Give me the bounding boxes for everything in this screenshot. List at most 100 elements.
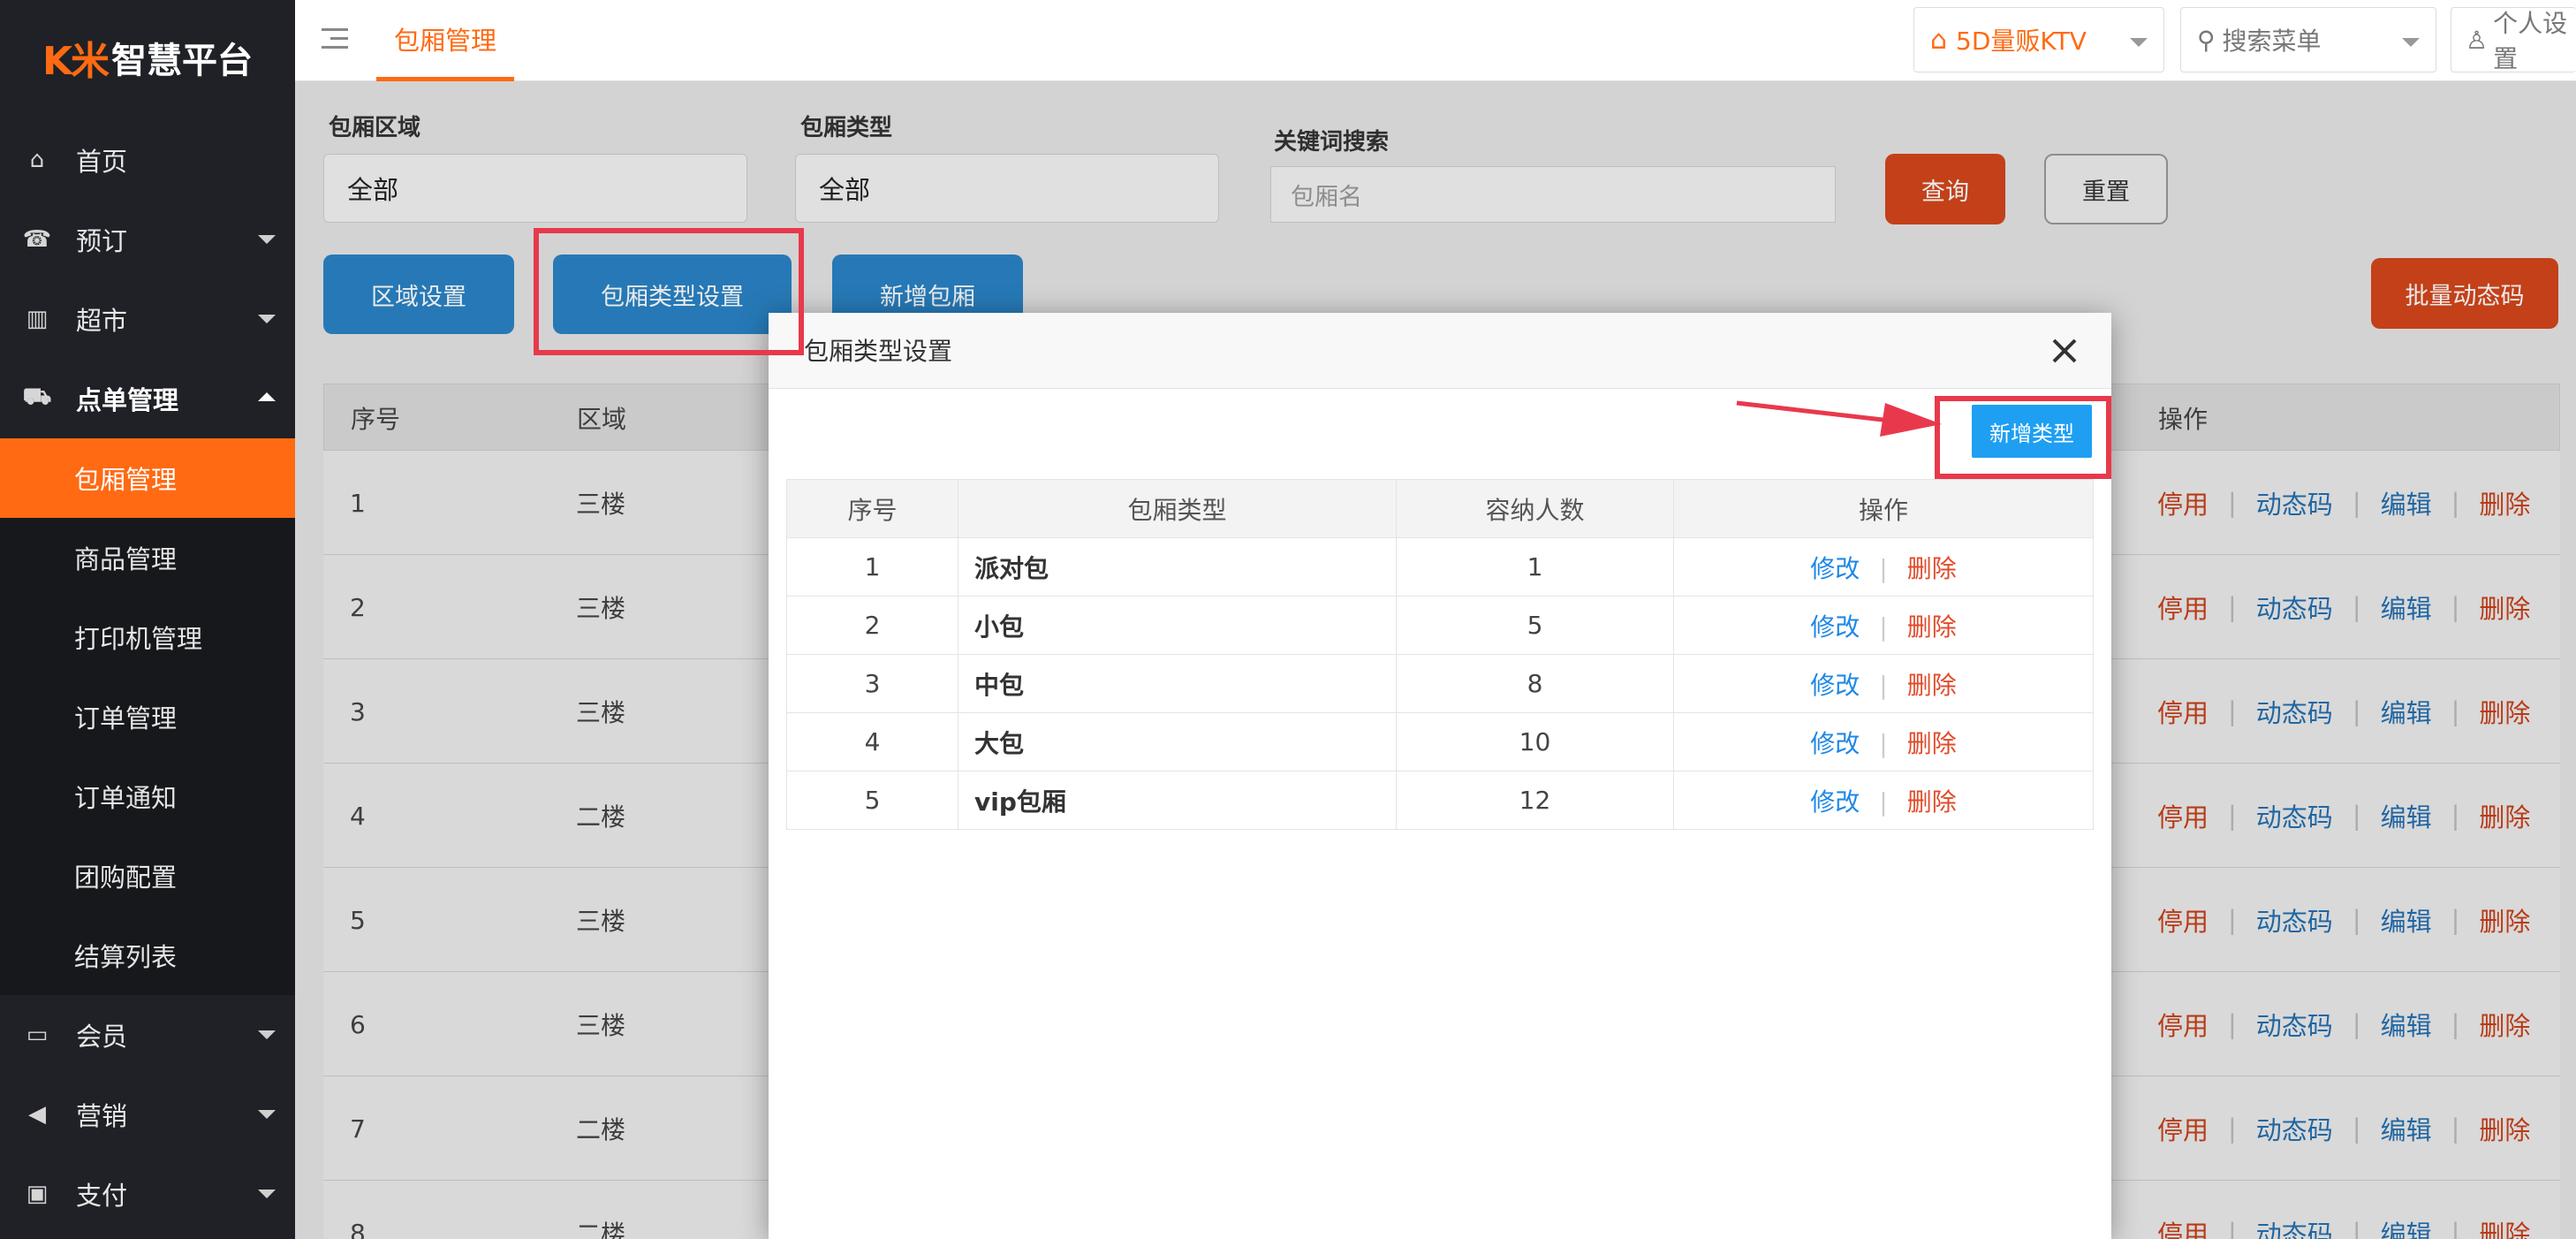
- arrow-icon: [1736, 400, 1942, 437]
- sidebar-item-label: 支付: [76, 1181, 128, 1211]
- type-capacity: 1: [1396, 537, 1674, 597]
- type-row: 4 大包 10 修改 | 删除: [786, 712, 2094, 772]
- chevron-down-icon: [258, 235, 276, 244]
- type-row: 3 中包 8 修改 | 删除: [786, 654, 2094, 713]
- logo: K米 智慧平台: [0, 0, 295, 115]
- type-row: 5 vip包厢 12 修改 | 删除: [786, 771, 2094, 830]
- tab-room-mgmt[interactable]: 包厢管理: [376, 0, 515, 81]
- type-name: 小包: [958, 596, 1397, 655]
- search-menu[interactable]: ⚲ 搜索菜单: [2180, 7, 2436, 72]
- type-table-header: 序号 包厢类型 容纳人数 操作: [786, 479, 2094, 538]
- close-icon[interactable]: [2049, 336, 2080, 366]
- type-name: 中包: [958, 654, 1397, 713]
- col-no: 序号: [786, 479, 958, 538]
- edit-link[interactable]: 修改: [1810, 787, 1860, 817]
- highlight-box-add-type: [1935, 396, 2111, 479]
- type-row: 1 派对包 1 修改 | 删除: [786, 537, 2094, 597]
- user-icon: ♙: [2466, 25, 2489, 55]
- cart-icon: ⛟: [22, 384, 52, 410]
- store-select[interactable]: ⌂ 5D量贩KTV: [1913, 7, 2164, 72]
- modal-title: 包厢类型设置: [804, 337, 953, 366]
- type-no: 3: [786, 654, 958, 713]
- chevron-down-icon: [258, 1110, 276, 1119]
- delete-link[interactable]: 删除: [1907, 612, 1957, 642]
- chevron-down-icon: [2130, 38, 2148, 47]
- money-icon: ▣: [26, 1181, 49, 1207]
- type-table: 序号 包厢类型 容纳人数 操作 1 派对包 1 修改 | 删除 2 小包 5 修改 | 删除 3 中包 8 修…: [786, 479, 2094, 830]
- sidebar-item-label: 预订: [76, 226, 128, 256]
- type-ops: 修改 | 删除: [1673, 596, 2094, 655]
- type-no: 2: [786, 596, 958, 655]
- sidebar-item-order-mgmt[interactable]: ⛟ 点单管理: [0, 359, 295, 438]
- sidebar-item-member[interactable]: ▭ 会员: [0, 995, 295, 1075]
- modal-header: 包厢类型设置: [769, 313, 2111, 389]
- search-icon: ⚲: [2197, 25, 2216, 55]
- edit-link[interactable]: 修改: [1810, 729, 1860, 758]
- edit-link[interactable]: 修改: [1810, 671, 1860, 700]
- topbar: 包厢管理 ⌂ 5D量贩KTV ⚲ 搜索菜单 ♙ 个人设置: [295, 0, 2576, 81]
- sidebar-sub-order-notice[interactable]: 订单通知: [0, 756, 295, 836]
- type-ops: 修改 | 删除: [1673, 771, 2094, 830]
- type-row: 2 小包 5 修改 | 删除: [786, 596, 2094, 655]
- edit-link[interactable]: 修改: [1810, 554, 1860, 583]
- sidebar-sub-settlement[interactable]: 结算列表: [0, 916, 295, 995]
- basket-icon: ▥: [26, 306, 49, 332]
- sidebar-sub-room-mgmt[interactable]: 包厢管理: [0, 438, 295, 518]
- store-name: 5D量贩KTV: [1956, 27, 2087, 56]
- type-no: 4: [786, 712, 958, 772]
- sidebar-sub-printer-mgmt[interactable]: 打印机管理: [0, 597, 295, 677]
- sidebar-item-home[interactable]: ⌂ 首页: [0, 120, 295, 200]
- personal-settings-button[interactable]: ♙ 个人设置: [2451, 7, 2576, 73]
- megaphone-icon: ◀: [28, 1101, 46, 1128]
- home-icon: ⌂: [1930, 24, 1948, 56]
- sidebar-sub-order-list[interactable]: 订单管理: [0, 677, 295, 756]
- type-name: 大包: [958, 712, 1397, 772]
- col-op: 操作: [1673, 479, 2094, 538]
- logo-text: 智慧平台: [111, 41, 254, 81]
- reserve-icon: ☎: [22, 226, 52, 253]
- highlight-box-type-settings: [534, 228, 804, 355]
- card-icon: ▭: [26, 1022, 49, 1048]
- type-capacity: 12: [1396, 771, 1674, 830]
- sidebar-item-label: 会员: [76, 1022, 128, 1052]
- sidebar-item-label: 点单管理: [76, 385, 179, 415]
- sidebar: K米 智慧平台 ⌂ 首页 ☎ 预订 ▥ 超市 ⛟ 点单管理 包厢管理 商品管理 …: [0, 0, 295, 1239]
- type-ops: 修改 | 删除: [1673, 712, 2094, 772]
- chevron-down-icon: [258, 1030, 276, 1039]
- sidebar-item-payment[interactable]: ▣ 支付: [0, 1154, 295, 1234]
- delete-link[interactable]: 删除: [1907, 787, 1957, 817]
- sidebar-item-label: 超市: [76, 306, 128, 336]
- menu-toggle-icon[interactable]: [322, 25, 348, 51]
- edit-link[interactable]: 修改: [1810, 612, 1860, 642]
- type-ops: 修改 | 删除: [1673, 537, 2094, 597]
- delete-link[interactable]: 删除: [1907, 729, 1957, 758]
- sidebar-item-market[interactable]: ▥ 超市: [0, 279, 295, 359]
- sidebar-item-label: 首页: [76, 147, 128, 177]
- sidebar-item-reserve[interactable]: ☎ 预订: [0, 200, 295, 279]
- delete-link[interactable]: 删除: [1907, 554, 1957, 583]
- chevron-down-icon: [258, 1190, 276, 1198]
- sidebar-item-label: 营销: [76, 1101, 128, 1131]
- sidebar-sub-goods-mgmt[interactable]: 商品管理: [0, 518, 295, 597]
- chevron-down-icon: [258, 315, 276, 323]
- sidebar-sub-groupbuy[interactable]: 团购配置: [0, 836, 295, 916]
- delete-link[interactable]: 删除: [1907, 671, 1957, 700]
- type-no: 5: [786, 771, 958, 830]
- personal-settings-label: 个人设置: [2493, 9, 2568, 73]
- col-type: 包厢类型: [958, 479, 1397, 538]
- chevron-down-icon: [2402, 38, 2420, 47]
- type-settings-modal: 包厢类型设置 新增类型 序号 包厢类型 容纳人数 操作 1 派对包 1 修改 | 删除 2 小…: [769, 313, 2111, 1239]
- sidebar-item-marketing[interactable]: ◀ 营销: [0, 1075, 295, 1154]
- chevron-up-icon: [258, 392, 276, 401]
- logo-mark: K米: [42, 39, 110, 84]
- type-name: 派对包: [958, 537, 1397, 597]
- type-capacity: 10: [1396, 712, 1674, 772]
- type-name: vip包厢: [958, 771, 1397, 830]
- type-ops: 修改 | 删除: [1673, 654, 2094, 713]
- search-menu-label: 搜索菜单: [2222, 27, 2322, 56]
- col-capacity: 容纳人数: [1396, 479, 1674, 538]
- type-capacity: 8: [1396, 654, 1674, 713]
- type-no: 1: [786, 537, 958, 597]
- home-icon: ⌂: [29, 147, 45, 173]
- type-capacity: 5: [1396, 596, 1674, 655]
